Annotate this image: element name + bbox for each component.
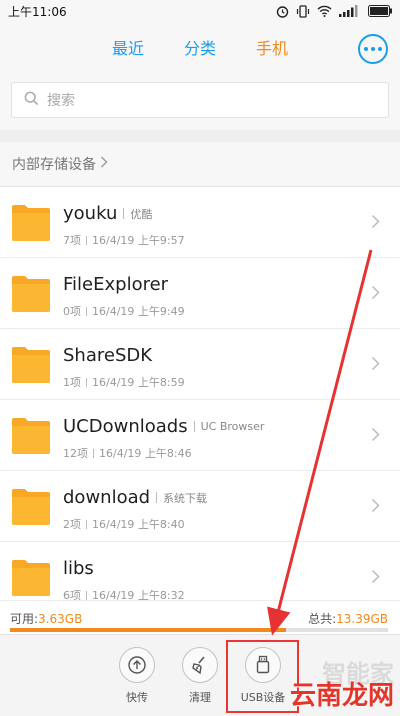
modified-date: 16/4/19 上午8:40	[92, 518, 185, 531]
divider	[86, 519, 87, 529]
more-dot-icon	[364, 47, 368, 51]
divider	[123, 208, 125, 219]
tab-bar: 最近 分类 手机	[0, 35, 400, 59]
more-dot-icon	[371, 47, 375, 51]
watermark: 智能家 云南龙网	[290, 654, 394, 712]
search-input[interactable]: 搜索	[11, 82, 389, 118]
modified-date: 16/4/19 上午9:49	[92, 305, 185, 318]
upload-circle-icon	[119, 647, 155, 683]
file-name: libs	[63, 558, 94, 579]
divider	[156, 492, 158, 503]
search-placeholder: 搜索	[47, 93, 75, 109]
tab-recent[interactable]: 最近	[112, 35, 144, 59]
folder-icon	[12, 558, 50, 600]
storage-total: 总共:13.39GB	[308, 610, 388, 627]
top-nav: 最近 分类 手机	[0, 22, 400, 74]
list-item[interactable]: UCDownloads UC Browser 12项 16/4/19 上午8:4…	[0, 400, 400, 471]
section-divider	[0, 130, 400, 142]
chevron-right-icon	[371, 427, 380, 446]
search-area: 搜索	[0, 74, 400, 130]
available-value: 3.63GB	[38, 612, 83, 626]
vibrate-icon	[296, 4, 310, 18]
list-item[interactable]: download 系统下载 2项 16/4/19 上午8:40	[0, 471, 400, 542]
chevron-right-icon	[371, 214, 380, 233]
divider	[86, 377, 87, 387]
storage-info: 可用:3.63GB 总共:13.39GB	[0, 600, 400, 634]
more-dot-icon	[378, 47, 382, 51]
tab-phone[interactable]: 手机	[256, 35, 288, 59]
folder-icon	[12, 345, 50, 387]
breadcrumb[interactable]: 内部存储设备	[0, 142, 400, 187]
file-name: UCDownloads	[63, 416, 188, 437]
chevron-right-icon	[371, 285, 380, 304]
file-name: download	[63, 487, 151, 508]
file-tag: 系统下载	[163, 491, 208, 505]
file-list: youku 优酷 7项 16/4/19 上午9:57 FileExplorer …	[0, 187, 400, 600]
chevron-right-icon	[371, 498, 380, 517]
broom-icon	[182, 647, 218, 683]
folder-icon	[12, 203, 50, 245]
quick-transfer-label: 快传	[126, 691, 148, 704]
file-name: youku	[63, 203, 118, 224]
item-count: 6项	[63, 589, 81, 600]
modified-date: 16/4/19 上午9:57	[92, 234, 185, 247]
list-item[interactable]: youku 优酷 7项 16/4/19 上午9:57	[0, 187, 400, 258]
battery-icon	[368, 5, 392, 17]
total-value: 13.39GB	[336, 612, 388, 626]
divider	[93, 448, 94, 458]
file-tag: 优酷	[130, 207, 153, 221]
file-name: ShareSDK	[63, 345, 153, 366]
storage-progress-fill	[10, 628, 286, 632]
status-time: 上午11:06	[8, 4, 67, 19]
divider	[86, 306, 87, 316]
storage-available: 可用:3.63GB	[10, 610, 82, 627]
more-options-button[interactable]	[358, 34, 388, 64]
list-item[interactable]: ShareSDK 1项 16/4/19 上午8:59	[0, 329, 400, 400]
available-label: 可用:	[10, 612, 39, 626]
list-item[interactable]: libs 6项 16/4/19 上午8:32	[0, 542, 400, 600]
storage-progress-bar	[10, 628, 388, 632]
watermark-text: 云南龙网	[289, 681, 394, 711]
status-icons	[276, 4, 392, 18]
list-item[interactable]: FileExplorer 0项 16/4/19 上午9:49	[0, 258, 400, 329]
divider	[193, 421, 195, 432]
file-tag: UC Browser	[200, 420, 265, 433]
wifi-icon	[317, 5, 332, 17]
folder-icon	[12, 416, 50, 458]
quick-transfer-button[interactable]: 快传	[102, 647, 172, 705]
item-count: 7项	[63, 234, 81, 247]
search-icon	[24, 91, 39, 110]
alarm-icon	[276, 5, 289, 18]
highlight-box	[226, 640, 299, 713]
divider	[86, 590, 87, 600]
item-count: 0项	[63, 305, 81, 318]
signal-icon	[339, 5, 361, 17]
divider	[86, 235, 87, 245]
modified-date: 16/4/19 上午8:59	[92, 376, 185, 389]
item-count: 2项	[63, 518, 81, 531]
folder-icon	[12, 487, 50, 529]
chevron-right-icon	[371, 569, 380, 588]
chevron-right-icon	[371, 356, 380, 375]
modified-date: 16/4/19 上午8:32	[92, 589, 185, 600]
folder-icon	[12, 274, 50, 316]
chevron-right-icon	[100, 156, 108, 172]
item-count: 1项	[63, 376, 81, 389]
file-name: FileExplorer	[63, 274, 169, 295]
clean-button[interactable]: 清理	[165, 647, 235, 705]
breadcrumb-label: 内部存储设备	[12, 157, 96, 173]
item-count: 12项	[63, 447, 88, 460]
modified-date: 16/4/19 上午8:46	[99, 447, 192, 460]
status-bar: 上午11:06	[0, 0, 400, 22]
tab-category[interactable]: 分类	[184, 35, 216, 59]
clean-label: 清理	[189, 691, 211, 704]
total-label: 总共:	[308, 612, 337, 626]
